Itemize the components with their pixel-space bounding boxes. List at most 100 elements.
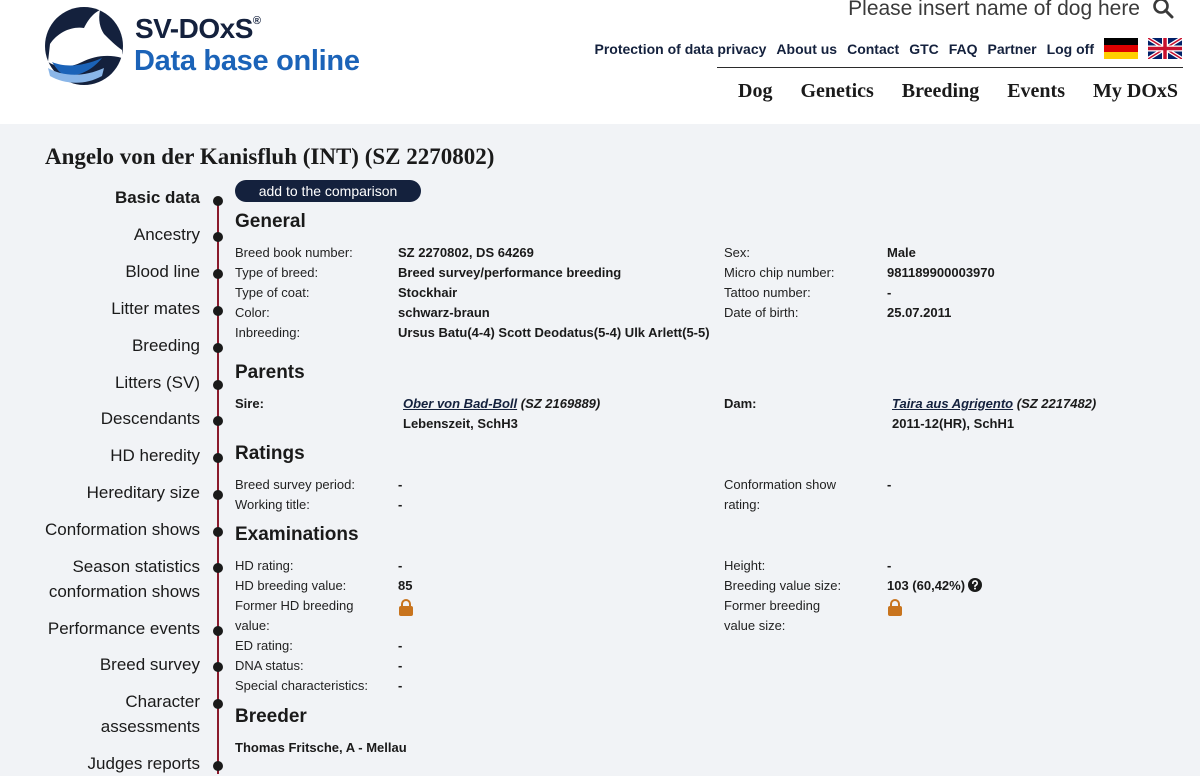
- former-breeding-value-size-label: Former breeding value size:: [724, 598, 821, 633]
- nav-breeding[interactable]: Breeding: [902, 80, 979, 103]
- header-divider: [717, 67, 1183, 68]
- dam-label: Dam:: [724, 396, 757, 411]
- dna-status-label: DNA status:: [235, 658, 304, 673]
- sidebar-item-character-assessments[interactable]: Character assessments: [101, 689, 200, 739]
- sire-entry: Ober von Bad-Boll (SZ 2169889): [403, 394, 600, 414]
- help-icon[interactable]: [968, 578, 983, 592]
- timeline-dot: [213, 232, 223, 242]
- conformation-show-rating-value: -: [887, 477, 892, 492]
- search-bar: [0, 0, 1200, 26]
- hd-rating-value: -: [398, 558, 403, 573]
- link-gtc[interactable]: GTC: [909, 41, 939, 57]
- breeding-value-size-value: 103 (60,42%): [887, 578, 966, 593]
- date-of-birth-value: 25.07.2011: [887, 305, 952, 320]
- timeline-dot: [213, 563, 223, 573]
- link-faq[interactable]: FAQ: [949, 41, 978, 57]
- breeder-name: Thomas Fritsche, A - Mellau: [235, 740, 407, 755]
- sire-label: Sire:: [235, 396, 264, 411]
- dam-name-link[interactable]: Taira aus Agrigento: [892, 396, 1013, 411]
- nav-my-doxs[interactable]: My DOxS: [1093, 80, 1178, 103]
- sex-label: Sex:: [724, 245, 751, 260]
- timeline-dot: [213, 380, 223, 390]
- sidebar-item-performance-events[interactable]: Performance events: [48, 616, 200, 641]
- section-breeder-heading: Breeder: [235, 706, 307, 727]
- sidebar-item-blood-line[interactable]: Blood line: [125, 259, 200, 284]
- timeline-dot: [213, 662, 223, 672]
- brand-subtitle: Data base online: [134, 45, 360, 77]
- section-general-heading: General: [235, 211, 306, 232]
- former-hd-breeding-value-label: Former HD breeding value:: [235, 598, 354, 633]
- sidebar-item-ancestry[interactable]: Ancestry: [134, 222, 200, 247]
- ed-rating-label: ED rating:: [235, 638, 293, 653]
- timeline-dot: [213, 453, 223, 463]
- hd-breeding-value: 85: [398, 578, 413, 593]
- type-of-breed-label: Type of breed:: [235, 265, 319, 280]
- sex-value: Male: [887, 245, 916, 260]
- inbreeding-label: Inbreeding:: [235, 325, 301, 340]
- hd-breeding-value-label: HD breeding value:: [235, 578, 347, 593]
- sidebar-item-descendants[interactable]: Descendants: [101, 406, 200, 431]
- section-ratings-heading: Ratings: [235, 443, 305, 464]
- sidebar-item-breeding[interactable]: Breeding: [132, 333, 200, 358]
- link-about-us[interactable]: About us: [776, 41, 837, 57]
- working-title-label: Working title:: [235, 497, 310, 512]
- timeline-dot: [213, 306, 223, 316]
- sidebar-item-litters-sv[interactable]: Litters (SV): [115, 370, 200, 395]
- search-icon[interactable]: [1152, 0, 1174, 19]
- site-header: SV-DOxS® Data base online Protection of …: [0, 0, 1200, 124]
- breed-survey-period-label: Breed survey period:: [235, 477, 355, 492]
- type-of-coat-label: Type of coat:: [235, 285, 310, 300]
- sidebar-item-hereditary-size[interactable]: Hereditary size: [87, 480, 200, 505]
- nav-genetics[interactable]: Genetics: [800, 80, 873, 103]
- sidebar-item-judges-reports[interactable]: Judges reports: [88, 751, 200, 776]
- link-contact[interactable]: Contact: [847, 41, 899, 57]
- tattoo-number-value: -: [887, 285, 892, 300]
- timeline-line: [217, 200, 219, 774]
- nav-events[interactable]: Events: [1007, 80, 1065, 103]
- sidebar-item-hd-heredity[interactable]: HD heredity: [110, 443, 200, 468]
- sidebar-item-breed-survey[interactable]: Breed survey: [100, 652, 200, 677]
- section-examinations-heading: Examinations: [235, 524, 359, 545]
- special-characteristics-label: Special characteristics:: [235, 678, 368, 693]
- breed-book-number-value: SZ 2270802, DS 64269: [398, 245, 534, 260]
- page-title: Angelo von der Kanisfluh (INT) (SZ 22708…: [45, 144, 495, 169]
- sire-info: Lebenszeit, SchH3: [403, 416, 518, 431]
- sidebar-item-litter-mates[interactable]: Litter mates: [111, 296, 200, 321]
- section-parents-heading: Parents: [235, 362, 305, 383]
- uk-flag-icon[interactable]: [1148, 38, 1182, 59]
- link-data-privacy[interactable]: Protection of data privacy: [594, 41, 766, 57]
- dam-registration: (SZ 2217482): [1016, 396, 1097, 411]
- lock-icon[interactable]: [398, 599, 414, 616]
- sidebar-item-basic-data[interactable]: Basic data: [115, 185, 200, 210]
- timeline-dot: [213, 626, 223, 636]
- nav-dog[interactable]: Dog: [738, 80, 772, 103]
- micro-chip-value: 981189900003970: [887, 265, 995, 280]
- add-to-comparison-button[interactable]: add to the comparison: [235, 180, 421, 202]
- micro-chip-label: Micro chip number:: [724, 265, 835, 280]
- sidebar-item-conformation-shows[interactable]: Conformation shows: [45, 517, 200, 542]
- germany-flag-icon[interactable]: [1104, 38, 1138, 59]
- timeline-dot: [213, 699, 223, 709]
- link-log-off[interactable]: Log off: [1047, 41, 1094, 57]
- dam-info: 2011-12(HR), SchH1: [892, 416, 1015, 431]
- breeding-value-size-label: Breeding value size:: [724, 578, 842, 593]
- height-value: -: [887, 558, 892, 573]
- ed-rating-value: -: [398, 638, 403, 653]
- sire-registration: (SZ 2169889): [520, 396, 601, 411]
- tattoo-number-label: Tattoo number:: [724, 285, 811, 300]
- type-of-coat-value: Stockhair: [398, 285, 458, 300]
- dna-status-value: -: [398, 658, 403, 673]
- breed-survey-period-value: -: [398, 477, 403, 492]
- date-of-birth-label: Date of birth:: [724, 305, 799, 320]
- sire-name-link[interactable]: Ober von Bad-Boll: [403, 396, 517, 411]
- dog-search-input[interactable]: [810, 0, 1140, 22]
- sidebar-item-line: Character: [125, 692, 200, 711]
- color-value: schwarz-braun: [398, 305, 490, 320]
- lock-icon[interactable]: [887, 599, 903, 616]
- timeline-dot: [213, 490, 223, 500]
- sidebar-item-season-statistics[interactable]: Season statistics conformation shows: [49, 554, 200, 604]
- dam-entry: Taira aus Agrigento (SZ 2217482): [892, 394, 1096, 414]
- timeline-dot: [213, 343, 223, 353]
- timeline-dot: [213, 761, 223, 771]
- link-partner[interactable]: Partner: [988, 41, 1037, 57]
